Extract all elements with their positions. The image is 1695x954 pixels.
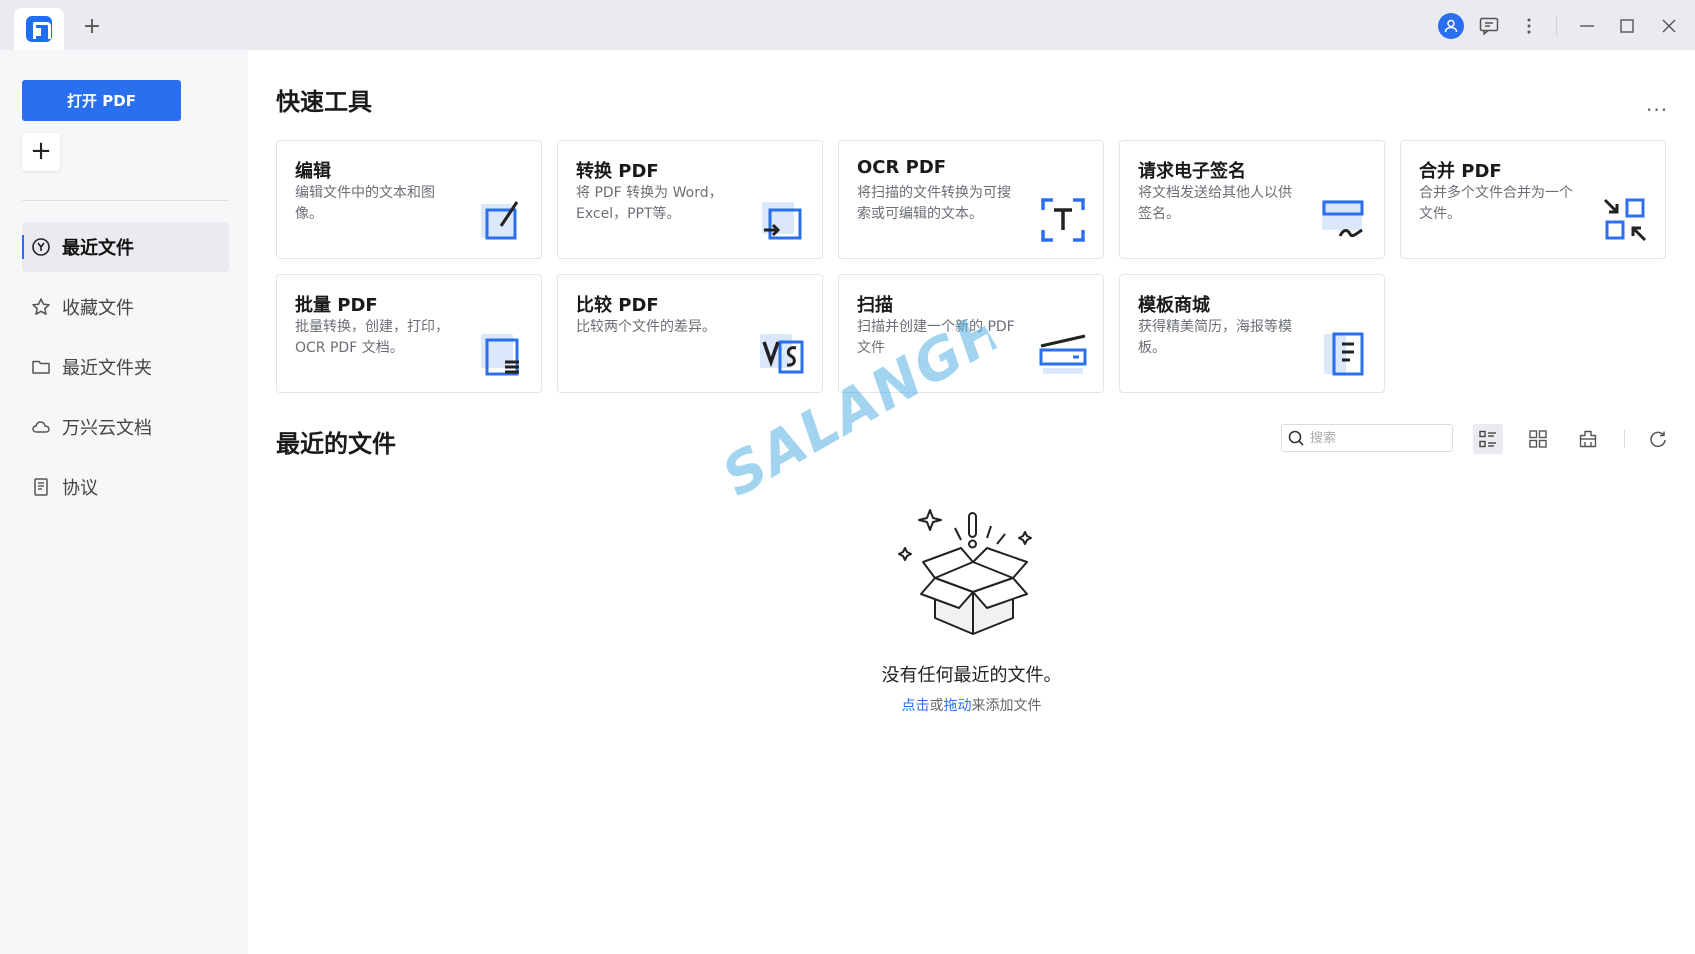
tool-title: 编辑: [295, 161, 331, 182]
tool-card-merge[interactable]: 合并 PDF 合并多个文件合并为一个文件。: [1400, 140, 1666, 259]
sidebar-item-cloud[interactable]: 万兴云文档: [22, 402, 229, 452]
refresh-icon: [1650, 431, 1666, 448]
folder-icon: [30, 356, 52, 378]
grid-view-icon: [1529, 430, 1547, 448]
batch-icon: [481, 334, 519, 376]
app-tab[interactable]: [14, 8, 64, 50]
broom-icon: [1579, 430, 1597, 448]
tool-card-esign[interactable]: 请求电子签名 将文档发送给其他人以供签名。: [1119, 140, 1385, 259]
tool-description: 编辑文件中的文本和图像。: [295, 185, 435, 222]
minimize-icon[interactable]: [1574, 13, 1600, 39]
close-icon[interactable]: [1656, 13, 1682, 39]
tool-title: 模板商城: [1138, 295, 1210, 316]
tool-description: 合并多个文件合并为一个文件。: [1419, 185, 1573, 222]
hint-suffix-text: 来添加文件: [971, 698, 1042, 714]
tool-title: OCR PDF: [857, 157, 947, 178]
quick-tools-title: 快速工具: [276, 88, 372, 116]
sidebar-item-label: 万兴云文档: [62, 418, 152, 439]
tool-description: 将 PDF 转换为 Word，Excel，PPT等。: [576, 185, 723, 222]
sidebar-item-label: 收藏文件: [62, 298, 134, 319]
clock-icon: [30, 236, 52, 258]
convert-icon: [762, 202, 802, 240]
more-options-button[interactable]: ...: [1646, 92, 1668, 116]
empty-box-illustration: [898, 509, 1032, 635]
search-box[interactable]: [1281, 424, 1453, 452]
hint-or-text: 或: [929, 698, 944, 714]
feedback-icon[interactable]: [1476, 13, 1502, 39]
recent-files-title: 最近的文件: [276, 430, 396, 458]
edit-icon: [481, 201, 519, 240]
cloud-icon: [30, 416, 52, 438]
tool-card-batch[interactable]: 批量 PDF 批量转换，创建，打印，OCR PDF 文档。: [276, 274, 542, 393]
sidebar-item-label: 协议: [62, 478, 98, 499]
more-vertical-icon[interactable]: [1516, 13, 1542, 39]
list-view-button[interactable]: [1473, 424, 1503, 454]
template-icon: [1324, 332, 1364, 376]
tool-description: 将文档发送给其他人以供签名。: [1138, 185, 1292, 222]
sidebar-item-label: 最近文件夹: [62, 358, 152, 379]
titlebar-separator: [1556, 16, 1557, 36]
compare-icon: [760, 334, 804, 374]
toolbar-separator: [1624, 430, 1625, 448]
grid-view-button[interactable]: [1523, 424, 1553, 454]
sidebar-item-label: 最近文件: [62, 238, 134, 259]
sidebar-item-agreement[interactable]: 协议: [22, 462, 229, 512]
sidebar-divider: [22, 200, 229, 201]
tool-card-edit[interactable]: 编辑 编辑文件中的文本和图像。: [276, 140, 542, 259]
tool-card-convert[interactable]: 转换 PDF 将 PDF 转换为 Word，Excel，PPT等。: [557, 140, 823, 259]
document-icon: [30, 476, 52, 498]
star-icon: [30, 296, 52, 318]
tool-title: 比较 PDF: [576, 295, 659, 316]
ocr-icon: [1041, 198, 1085, 242]
user-avatar-icon[interactable]: [1438, 13, 1464, 39]
drag-to-add-link[interactable]: 拖动: [944, 698, 972, 714]
search-input[interactable]: [1310, 430, 1440, 446]
signature-icon: [1322, 200, 1364, 238]
sidebar-item-favorites[interactable]: 收藏文件: [22, 282, 229, 332]
search-icon: [1288, 430, 1304, 446]
tool-description: 比较两个文件的差异。: [576, 319, 716, 335]
tool-title: 扫描: [857, 295, 893, 316]
tool-title: 批量 PDF: [295, 295, 378, 316]
scan-icon: [1039, 334, 1087, 374]
tool-card-compare[interactable]: 比较 PDF 比较两个文件的差异。: [557, 274, 823, 393]
sidebar: 打开 PDF + 最近文件 收藏文件 最近文件夹 万兴云文档 协议: [0, 50, 248, 954]
tool-title: 请求电子签名: [1138, 161, 1246, 182]
sidebar-item-recent-files[interactable]: 最近文件: [22, 222, 229, 272]
tool-card-templates[interactable]: 模板商城 获得精美简历，海报等模板。: [1119, 274, 1385, 393]
tool-card-ocr[interactable]: OCR PDF 将扫描的文件转换为可搜索或可编辑的文本。: [838, 140, 1104, 259]
tool-title: 合并 PDF: [1419, 161, 1502, 182]
maximize-icon[interactable]: [1614, 13, 1640, 39]
refresh-button[interactable]: [1643, 424, 1673, 454]
click-to-add-link[interactable]: 点击: [902, 698, 930, 714]
add-button[interactable]: +: [22, 133, 60, 171]
title-bar: +: [0, 0, 1695, 50]
clear-history-button[interactable]: [1573, 424, 1603, 454]
tool-title: 转换 PDF: [576, 161, 659, 182]
tool-description: 批量转换，创建，打印，OCR PDF 文档。: [295, 319, 449, 356]
tool-description: 获得精美简历，海报等模板。: [1138, 319, 1292, 356]
empty-state-title: 没有任何最近的文件。: [881, 665, 1062, 686]
open-pdf-button[interactable]: 打开 PDF: [22, 80, 181, 121]
app-logo-icon: [26, 16, 52, 42]
empty-state-hint: 点击或拖动来添加文件: [0, 695, 1695, 715]
list-view-icon: [1479, 430, 1496, 448]
new-tab-button[interactable]: +: [80, 16, 104, 40]
merge-icon: [1603, 198, 1647, 242]
tool-description: 将扫描的文件转换为可搜索或可编辑的文本。: [857, 185, 1011, 222]
sidebar-item-recent-folders[interactable]: 最近文件夹: [22, 342, 229, 392]
